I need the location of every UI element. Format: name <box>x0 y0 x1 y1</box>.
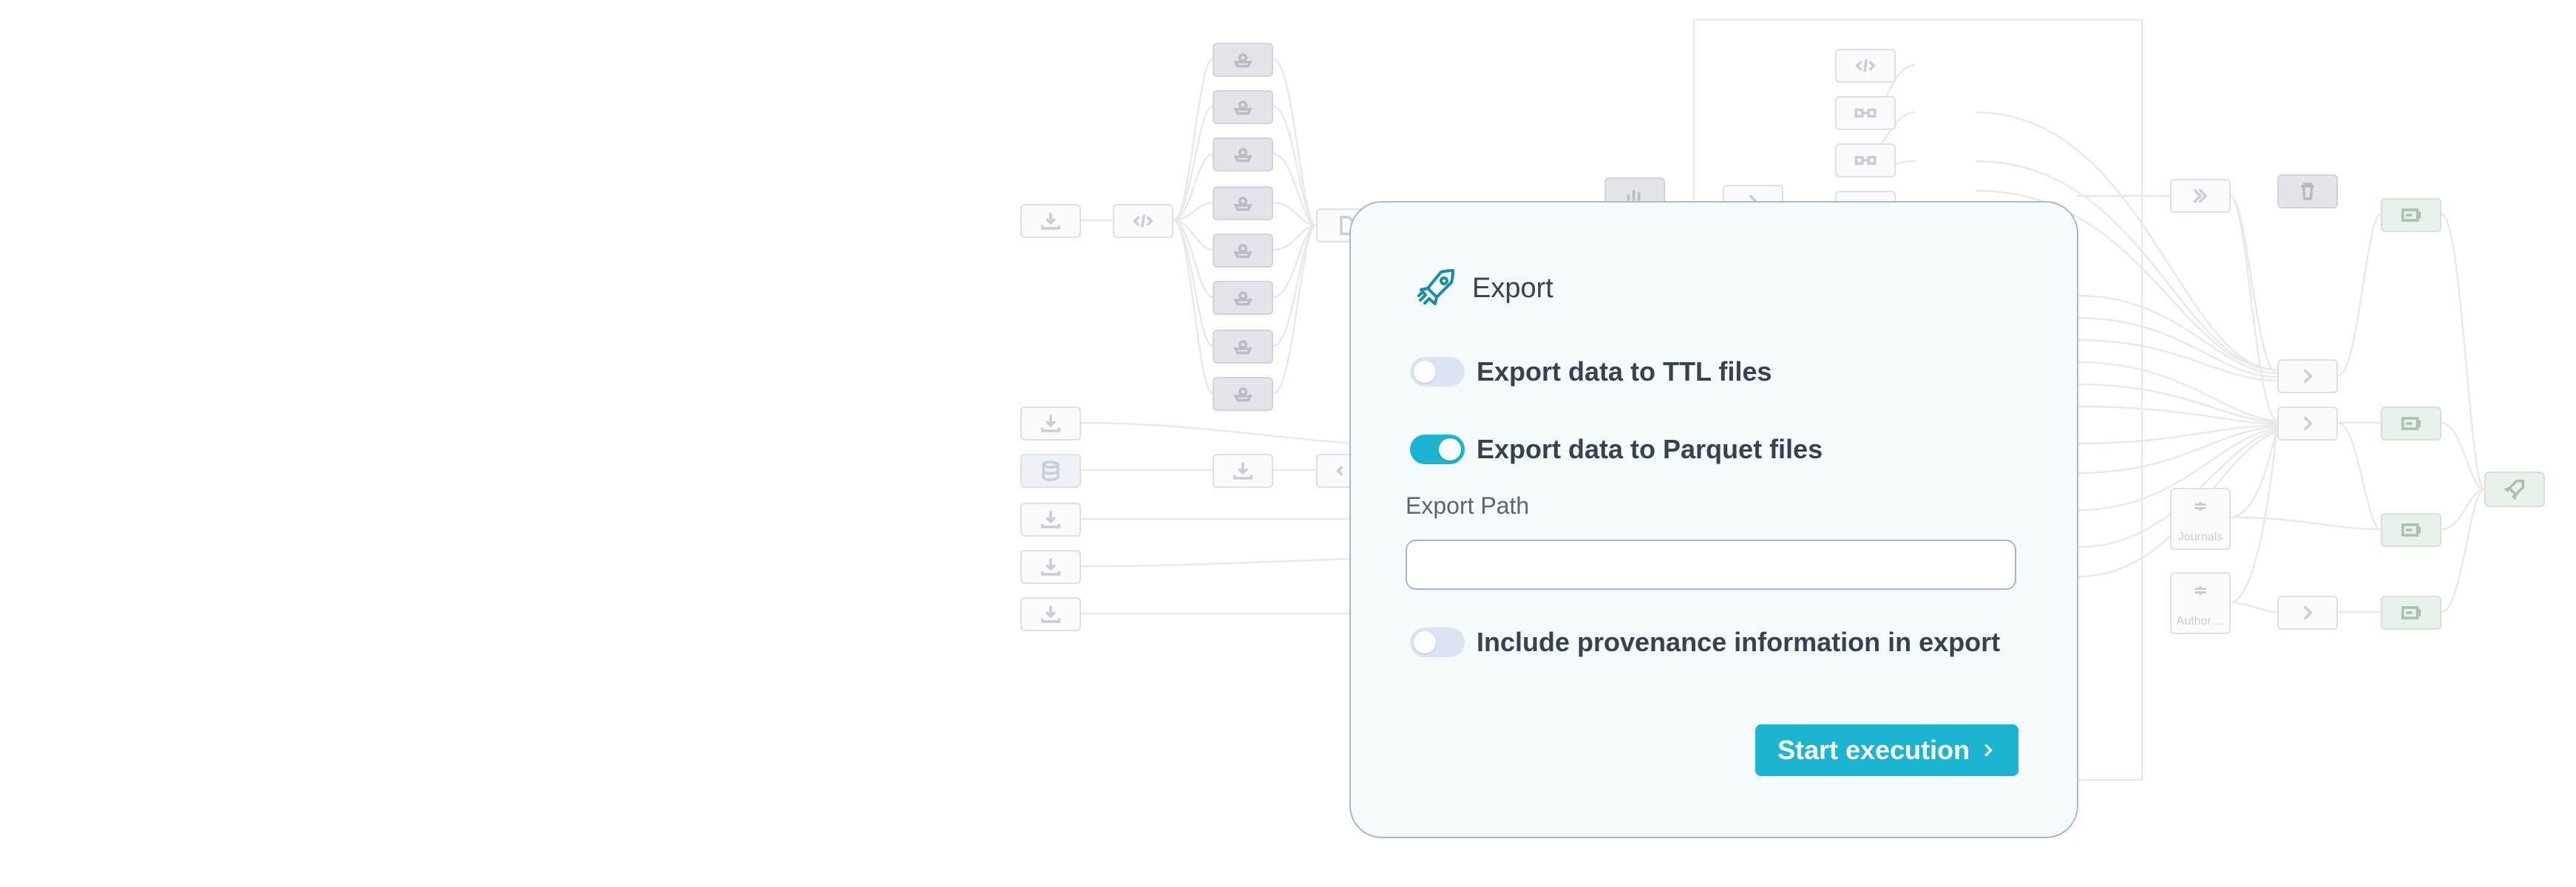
trash-icon <box>2301 183 2314 200</box>
journals-node[interactable]: Journals <box>2170 488 2231 550</box>
toggle-knob <box>1414 361 1436 383</box>
download-node[interactable] <box>1020 503 1081 537</box>
puzzle-node[interactable] <box>1213 377 1273 411</box>
puzzle-icon <box>1233 148 1253 163</box>
rocket-node[interactable] <box>2484 472 2545 507</box>
database-icon <box>1042 461 1060 481</box>
parquet-option-label: Export data to Parquet files <box>1477 434 1823 464</box>
parquet-option-row: Export data to Parquet files <box>1410 434 1823 465</box>
download-icon <box>1040 415 1061 432</box>
code-node[interactable] <box>1113 204 1173 238</box>
start-execution-button[interactable]: Start execution <box>1755 724 2019 776</box>
provenance-option-label: Include provenance information in export <box>1477 627 2001 657</box>
download-node[interactable] <box>1020 204 1081 238</box>
puzzle-node[interactable] <box>1213 137 1273 171</box>
link-icon <box>1854 155 1877 166</box>
ttl-option-row: Export data to TTL files <box>1410 356 1772 387</box>
ttl-option-label: Export data to TTL files <box>1477 356 1772 387</box>
puzzle-node[interactable] <box>1213 234 1273 268</box>
chevron-right-icon <box>2303 416 2313 431</box>
download-icon <box>1040 558 1061 576</box>
puzzle-icon <box>1233 101 1253 115</box>
puzzle-node[interactable] <box>1213 281 1273 315</box>
chevron-right-icon <box>2193 188 2208 203</box>
server-icon <box>2401 208 2421 222</box>
toggle-knob <box>1439 438 1461 461</box>
server-icon <box>2401 523 2421 537</box>
download-icon <box>1040 511 1061 529</box>
chevron-node[interactable] <box>2277 596 2338 630</box>
rocket-icon <box>2504 479 2525 500</box>
node-caption: Author ... <box>2176 615 2225 628</box>
chevron-right-icon <box>2303 605 2313 620</box>
puzzle-icon <box>1233 53 1253 68</box>
puzzle-icon <box>1233 244 1253 259</box>
puzzle-icon <box>1233 340 1253 355</box>
code-icon <box>1855 59 1876 72</box>
code-icon <box>1133 214 1153 228</box>
server-node[interactable] <box>2381 198 2441 232</box>
puzzle-node[interactable] <box>1213 330 1273 364</box>
provenance-toggle[interactable] <box>1410 628 1465 657</box>
download-icon <box>1233 462 1253 480</box>
chevron-node[interactable] <box>2277 359 2338 393</box>
chevron-right-icon <box>1984 744 1993 757</box>
link-node[interactable] <box>1835 143 1896 177</box>
modal-title: Export <box>1472 272 1553 304</box>
puzzle-icon <box>1233 387 1253 402</box>
server-icon <box>2401 606 2421 619</box>
link-node[interactable] <box>1835 96 1896 130</box>
code-node[interactable] <box>1835 49 1896 83</box>
trash-node[interactable] <box>2277 174 2338 208</box>
export-path-label: Export Path <box>1406 492 1530 519</box>
puzzle-icon <box>1233 291 1253 306</box>
download-node[interactable] <box>1020 550 1081 584</box>
chevron-right-icon <box>2303 369 2313 384</box>
puzzle-node[interactable] <box>1213 43 1273 77</box>
provenance-option-row: Include provenance information in export <box>1410 627 2000 658</box>
rocket-icon <box>1413 265 1460 312</box>
parquet-toggle[interactable] <box>1410 435 1465 464</box>
download-node[interactable] <box>1020 407 1081 441</box>
node-caption: Journals <box>2177 531 2223 543</box>
workflow-canvas[interactable]: Journals Author ... <box>0 0 2576 887</box>
puzzle-node[interactable] <box>1213 90 1273 124</box>
download-icon <box>1040 605 1061 623</box>
ttl-toggle[interactable] <box>1410 357 1465 387</box>
server-icon <box>2401 417 2421 430</box>
merge-node[interactable] <box>2170 179 2231 213</box>
server-node[interactable] <box>2381 596 2441 630</box>
author-node[interactable]: Author ... <box>2170 572 2231 634</box>
server-node[interactable] <box>2381 407 2441 441</box>
chevron-node[interactable] <box>2277 407 2338 441</box>
puzzle-node[interactable] <box>1213 186 1273 220</box>
workflow-edges <box>1080 58 2486 615</box>
database-node[interactable] <box>1020 454 1081 488</box>
server-node[interactable] <box>2381 513 2441 547</box>
download-node[interactable] <box>1213 454 1273 488</box>
download-node[interactable] <box>1020 597 1081 631</box>
export-path-input[interactable] <box>1406 540 2016 590</box>
filter-icon <box>2194 501 2206 512</box>
start-execution-label: Start execution <box>1777 735 1970 765</box>
puzzle-icon <box>1233 197 1253 211</box>
link-icon <box>1854 108 1877 118</box>
toggle-knob <box>1414 631 1436 653</box>
download-icon <box>1040 212 1061 230</box>
modal-header: Export <box>1413 265 1553 312</box>
export-modal: Export Export data to TTL files Export d… <box>1349 201 2078 838</box>
filter-icon <box>2194 585 2206 596</box>
